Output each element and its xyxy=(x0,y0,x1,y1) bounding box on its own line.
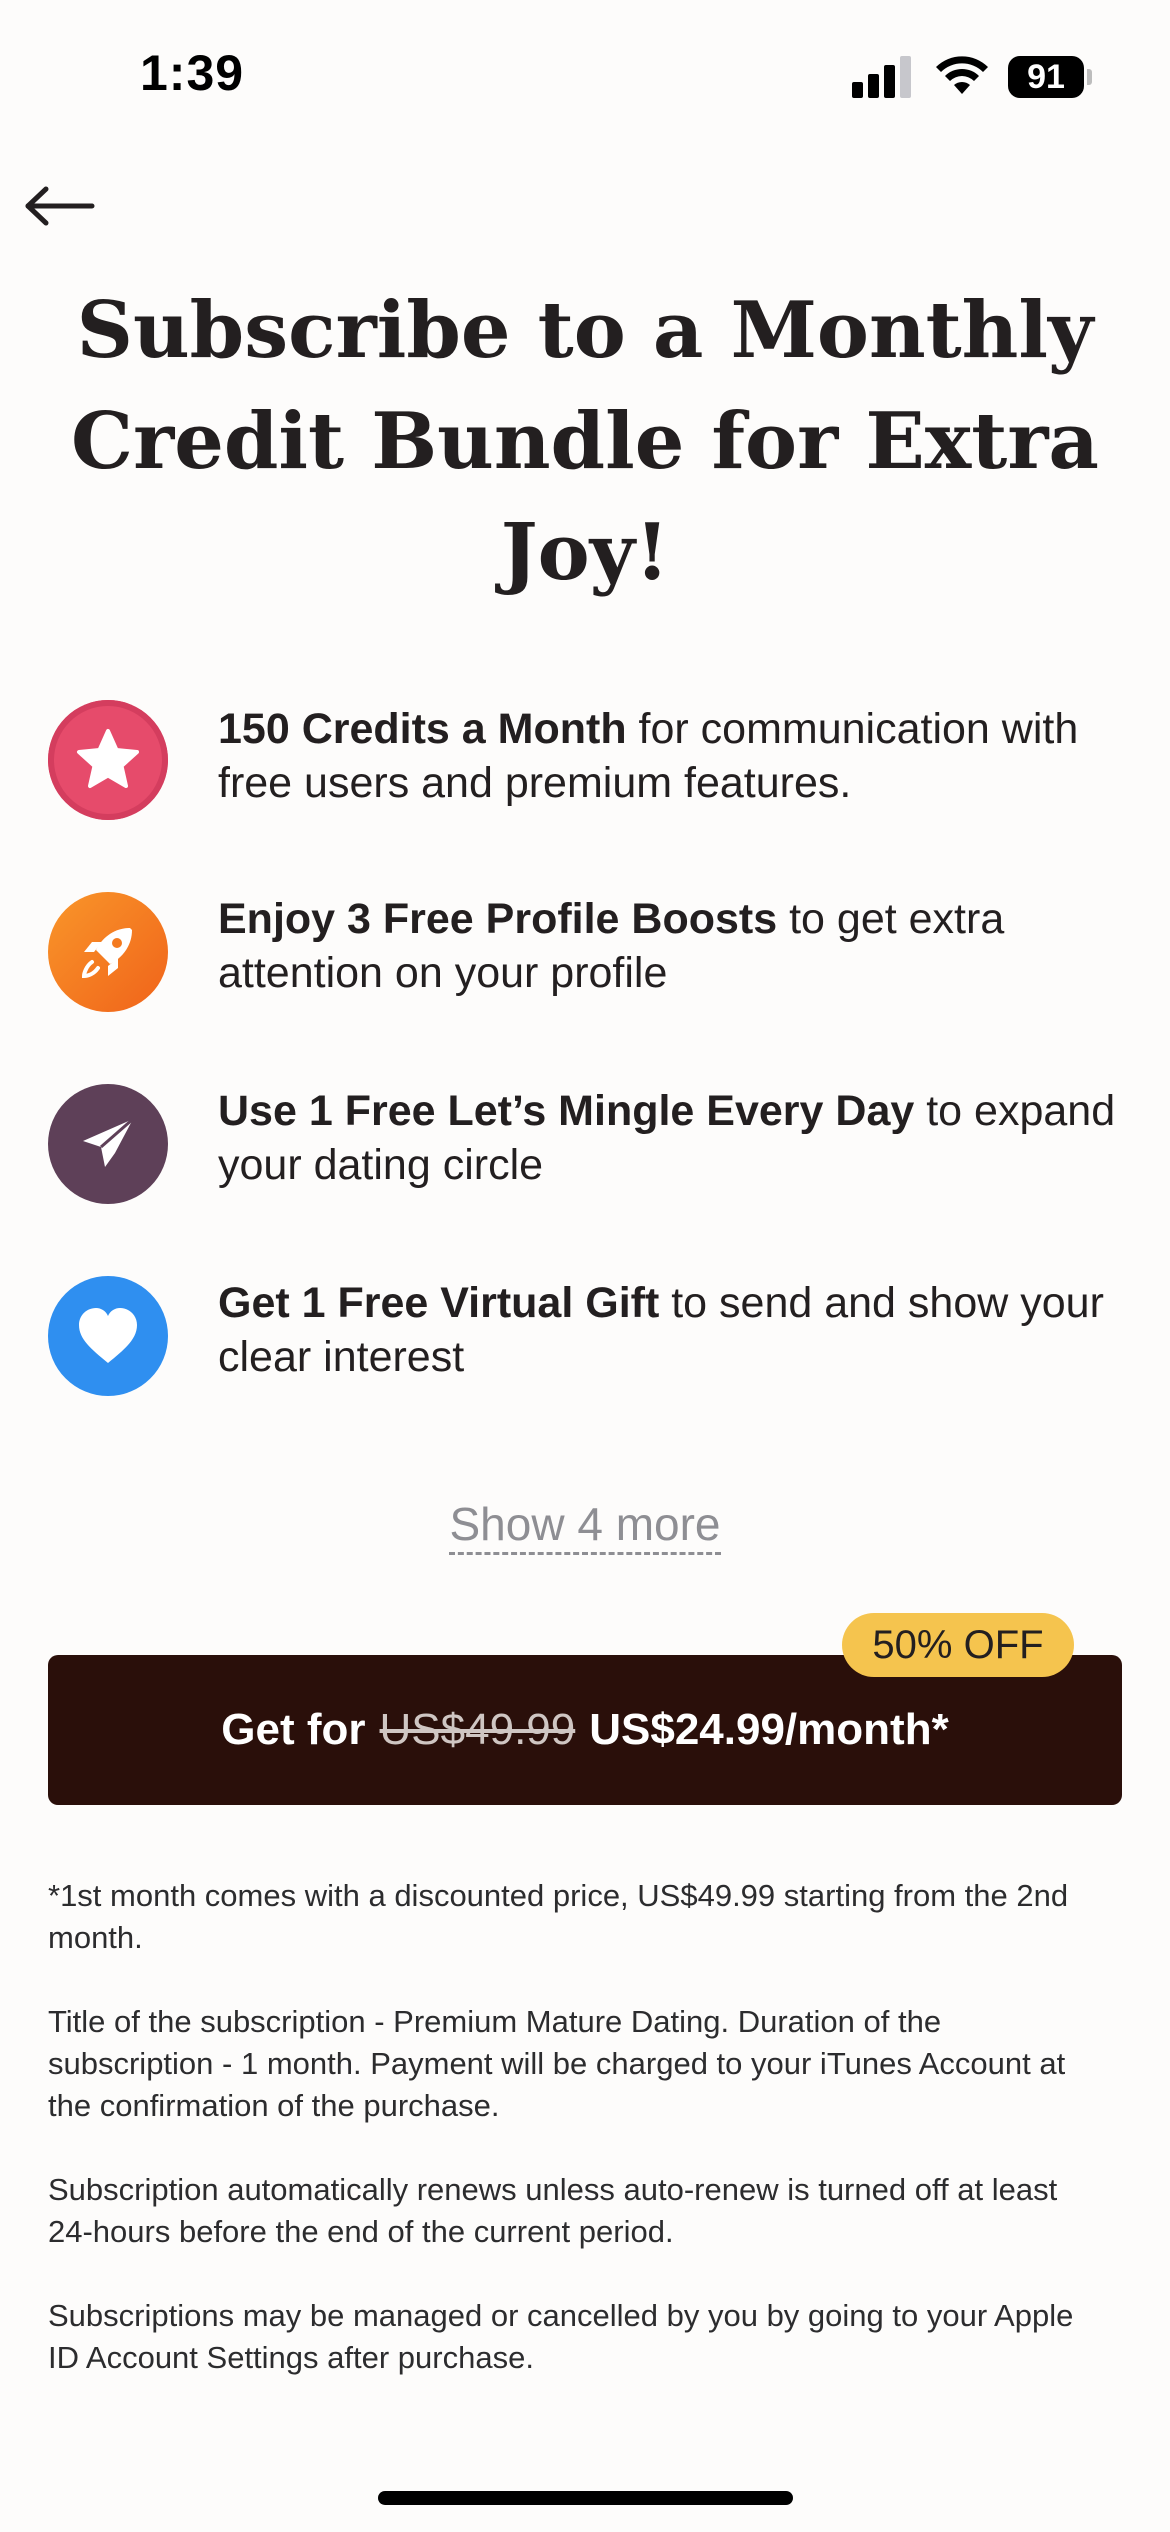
feature-text: 150 Credits a Month for communication wi… xyxy=(218,702,1118,810)
status-bar: 1:39 91 xyxy=(0,0,1170,150)
legal-paragraph: Title of the subscription - Premium Matu… xyxy=(48,2004,1066,2123)
feature-highlight: Enjoy 3 Free Profile Boosts xyxy=(218,895,778,943)
status-time: 1:39 xyxy=(140,45,245,101)
cta-new-price: US$24.99/month* xyxy=(589,1705,949,1754)
feature-highlight: Get 1 Free Virtual Gift xyxy=(218,1279,660,1327)
feature-icon-wrapper xyxy=(48,892,168,1012)
cta-old-price: US$49.99 xyxy=(379,1705,576,1754)
battery-icon: 91 xyxy=(1008,56,1092,98)
feature-text: Enjoy 3 Free Profile Boosts to get extra… xyxy=(218,892,1118,1000)
star-icon xyxy=(77,729,139,788)
feature-highlight: 150 Credits a Month xyxy=(218,705,627,753)
show-more-link[interactable]: Show 4 more xyxy=(449,1498,721,1555)
show-more-container: Show 4 more xyxy=(0,1497,1170,1555)
page-title: Subscribe to a Monthly Credit Bundle for… xyxy=(71,285,1099,598)
signal-icon xyxy=(852,56,911,98)
back-button[interactable] xyxy=(20,180,100,240)
heart-icon xyxy=(79,1308,137,1363)
feature-item-gift: Get 1 Free Virtual Gift to send and show… xyxy=(0,1266,1170,1396)
wifi-icon xyxy=(936,56,988,94)
feature-icon-wrapper xyxy=(48,1276,168,1396)
feature-text: Get 1 Free Virtual Gift to send and show… xyxy=(218,1276,1118,1384)
discount-badge: 50% OFF xyxy=(842,1613,1074,1677)
legal-text: *1st month comes with a discounted price… xyxy=(48,1875,1108,2421)
legal-paragraph: Subscription automatically renews unless… xyxy=(48,2172,1058,2249)
feature-item-boosts: Enjoy 3 Free Profile Boosts to get extra… xyxy=(0,882,1170,1012)
paper-plane-icon xyxy=(83,1117,134,1167)
arrow-left-icon xyxy=(25,186,95,226)
feature-highlight: Use 1 Free Let’s Mingle Every Day xyxy=(218,1087,915,1135)
feature-icon-wrapper xyxy=(48,1084,168,1204)
battery-level: 91 xyxy=(1008,56,1084,98)
cta-prefix: Get for xyxy=(221,1705,366,1754)
legal-paragraph: Subscriptions may be managed or cancelle… xyxy=(48,2298,1074,2375)
home-indicator xyxy=(378,2491,793,2505)
feature-item-credits: 150 Credits a Month for communication wi… xyxy=(0,690,1170,820)
feature-text: Use 1 Free Let’s Mingle Every Day to exp… xyxy=(218,1084,1118,1192)
feature-item-mingle: Use 1 Free Let’s Mingle Every Day to exp… xyxy=(0,1074,1170,1204)
rocket-icon xyxy=(81,928,132,979)
feature-icon-wrapper xyxy=(48,700,168,820)
legal-paragraph: *1st month comes with a discounted price… xyxy=(48,1878,1069,1955)
subscribe-button[interactable]: Get for US$49.99 US$24.99/month* xyxy=(48,1655,1122,1805)
battery-tip xyxy=(1087,69,1092,85)
